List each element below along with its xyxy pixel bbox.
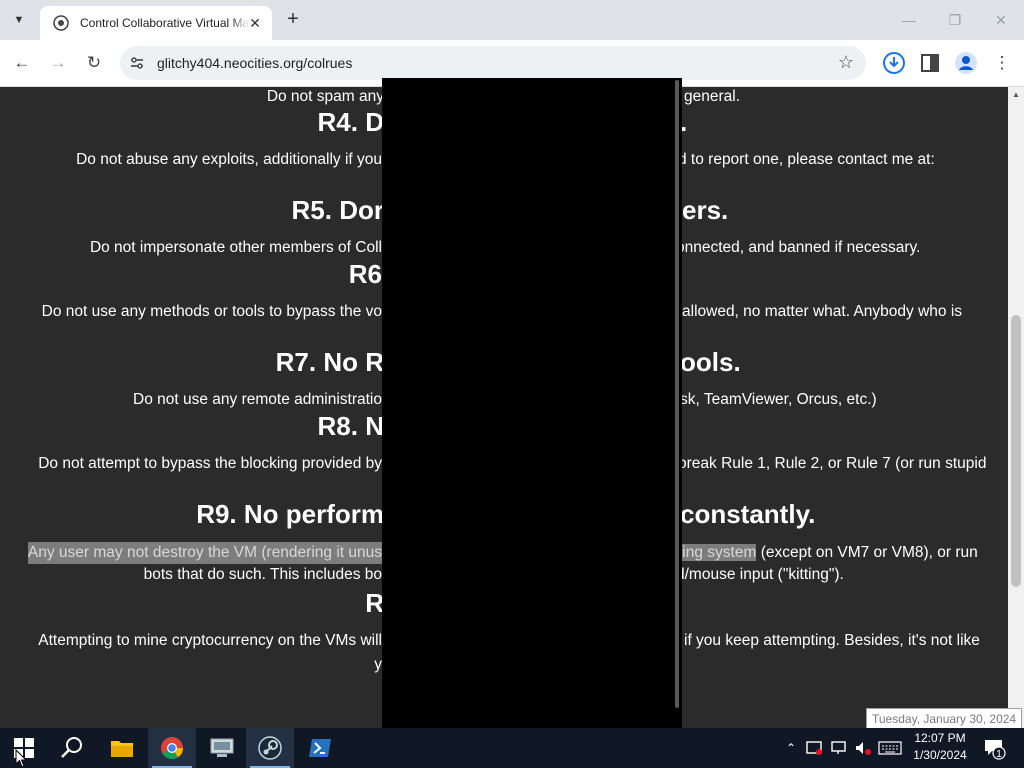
rule-text-right: if you keep attempting. Besides, it's no… (684, 630, 980, 652)
chrome-icon (161, 737, 184, 760)
rule-text-left: Do not use any remote administratio (133, 391, 382, 408)
globe-icon (53, 15, 69, 31)
rule-heading-right: constantly. (680, 499, 815, 529)
scroll-up-icon[interactable]: ▲ (1008, 87, 1024, 103)
speaker-icon (856, 742, 871, 755)
rule-heading-left: R9. No perform (196, 499, 384, 529)
rule-text-segment: onnected, and banned if necessary. (676, 239, 921, 256)
tab-title: Control Collaborative Virtual Machines (80, 14, 250, 32)
action-center-button[interactable]: 1 (982, 736, 1006, 760)
taskbar: ⌃ 12:07 PM 1/30/2024 1 (0, 728, 1024, 768)
rule-text-right: general. (684, 87, 740, 108)
rule-text-segment: oreak Rule 1, Rule 2, or Rule 7 (or run … (678, 455, 987, 472)
site-info-icon[interactable] (128, 54, 146, 72)
taskbar-chrome[interactable] (148, 728, 196, 768)
overlay-scrollbar[interactable] (675, 80, 679, 708)
rule-text-right: sk, TeamViewer, Orcus, etc.) (680, 389, 877, 411)
show-hidden-icons-icon[interactable]: ⌃ (782, 728, 800, 768)
steam-icon (258, 736, 282, 760)
rule-text-right: d/mouse input ("kitting"). (676, 564, 844, 586)
rule-text-left: y (374, 656, 382, 673)
network-monitor-icon (831, 741, 846, 754)
black-overlay-window (382, 78, 682, 728)
rule-text-right: d to report one, please contact me at: (678, 149, 935, 171)
rule-text-right: ting system (except on VM7 or VM8), or r… (678, 542, 978, 564)
rule-text-segment: constantly. (680, 499, 816, 529)
bookmark-star-icon[interactable]: ☆ (838, 52, 854, 73)
rule-heading-left: R6 (348, 259, 382, 289)
rule-text-right: allowed, no matter what. Anybody who is (682, 301, 962, 323)
scroll-thumb[interactable] (1011, 315, 1021, 587)
url-text: glitchy404.neocities.org/colrues (157, 55, 353, 71)
rule-text-left: Do not abuse any exploits, additionally … (76, 151, 382, 168)
security-tray-icon[interactable] (804, 728, 826, 768)
taskbar-steam[interactable] (246, 728, 294, 768)
rule-heading-left: R8. N (317, 411, 384, 441)
rule-heading-right: ers. (682, 195, 728, 225)
vm-app-icon (210, 738, 234, 757)
taskbar-file-explorer[interactable] (98, 728, 146, 768)
browser-menu-icon[interactable]: ⋮ (990, 50, 1014, 76)
page-scrollbar[interactable]: ▲ ▼ (1008, 87, 1024, 728)
touch-keyboard-icon (878, 741, 902, 755)
new-tab-button[interactable]: + (282, 8, 304, 30)
side-panel-icon[interactable] (918, 51, 942, 75)
rule-heading-left: R4. D (317, 107, 384, 137)
rule-text-segment: d/mouse input ("kitting"). (676, 566, 844, 583)
profile-avatar-icon[interactable] (954, 51, 978, 75)
taskbar-powershell[interactable] (296, 728, 344, 768)
rule-text-left: Do not use any methods or tools to bypas… (41, 303, 382, 320)
search-icon (61, 737, 82, 758)
rule-heading-left: R5. Dor (291, 195, 384, 225)
download-icon[interactable] (882, 51, 906, 75)
restore-icon[interactable]: ❐ (942, 8, 968, 32)
rule-text-left: bots that do such. This includes bo (143, 566, 382, 583)
rule-text-left: Do not impersonate other members of Coll (89, 239, 382, 256)
rule-text-segment: sk, TeamViewer, Orcus, etc.) (680, 391, 877, 408)
rule-text-right: oreak Rule 1, Rule 2, or Rule 7 (or run … (678, 453, 986, 475)
clock-time: 12:07 PM (914, 731, 966, 745)
taskbar-search[interactable] (48, 728, 96, 768)
taskbar-clock[interactable]: 12:07 PM 1/30/2024 (910, 730, 970, 764)
reload-icon[interactable]: ↻ (81, 50, 107, 76)
rule-text-left: Any user may not destroy the VM (renderi… (27, 542, 382, 564)
rule-text-segment: if you keep attempting. Besides, it's no… (684, 632, 980, 649)
taskbar-vm-app[interactable] (198, 728, 246, 768)
clock-date: 1/30/2024 (913, 748, 967, 762)
rule-heading-right: ools. (680, 347, 741, 377)
rule-text-segment: d to report one, please contact me at: (678, 151, 935, 168)
rule-text-segment: ting system (678, 544, 757, 561)
forward-icon[interactable]: → (45, 50, 71, 76)
rule-heading-left: R7. No R (275, 347, 384, 377)
rule-text-right: onnected, and banned if necessary. (676, 237, 920, 259)
rule-text-segment: general. (684, 88, 741, 105)
notification-count: 1 (996, 749, 1002, 760)
rule-text-left: Do not spam any (266, 88, 384, 105)
rule-text-segment-rest: (except on VM7 or VM8), or run (756, 544, 978, 561)
notification-icon: 1 (985, 740, 1006, 760)
rule-text-left: Attempting to mine cryptocurrency on the… (38, 632, 382, 649)
rule-text-left: Do not attempt to bypass the blocking pr… (38, 455, 382, 472)
file-explorer-icon (111, 741, 133, 757)
network-icon[interactable] (828, 728, 850, 768)
tab-active[interactable]: Control Collaborative Virtual Machines ✕ (40, 6, 272, 40)
rule-text-segment: allowed, no matter what. Anybody who is (682, 303, 963, 320)
tab-search-icon[interactable]: ▼ (8, 9, 30, 31)
rule-text-segment: ools. (680, 347, 741, 377)
defender-icon (806, 741, 822, 755)
date-tooltip: Tuesday, January 30, 2024 (866, 708, 1023, 730)
volume-muted-icon[interactable] (852, 728, 874, 768)
window-close-icon[interactable]: ✕ (988, 8, 1014, 32)
minimize-icon[interactable]: — (896, 8, 922, 32)
tab-close-icon[interactable]: ✕ (246, 14, 264, 32)
mouse-cursor-icon (15, 749, 27, 768)
tab-strip: ▼ Control Collaborative Virtual Machines… (0, 0, 1024, 40)
address-bar[interactable]: glitchy404.neocities.org/colrues ☆ (120, 46, 866, 80)
keyboard-icon[interactable] (876, 728, 904, 768)
powershell-icon (309, 739, 331, 757)
back-icon[interactable]: ← (9, 50, 35, 76)
rule-text-segment: ers. (682, 195, 729, 225)
